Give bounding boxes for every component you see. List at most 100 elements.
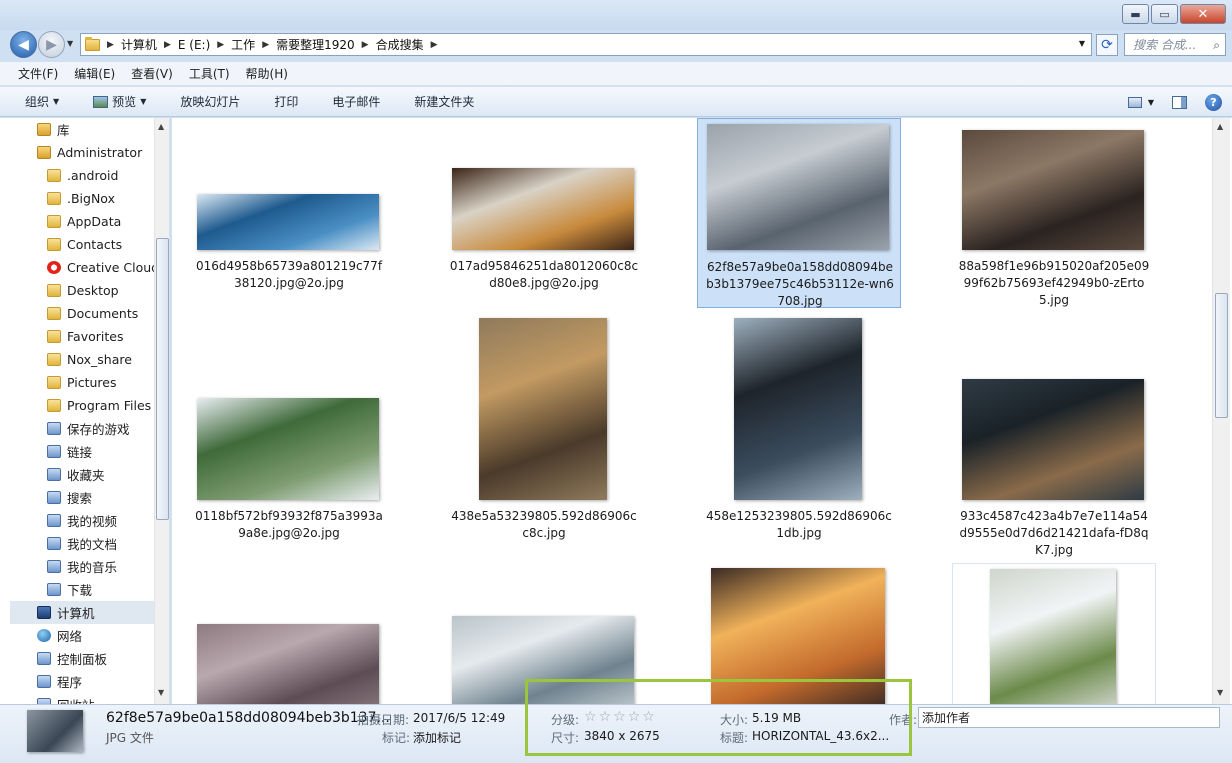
- breadcrumb-drive[interactable]: E (E:): [178, 38, 210, 52]
- nav-item[interactable]: .android: [47, 164, 118, 187]
- image-thumbnail[interactable]: [197, 194, 379, 250]
- scroll-up-icon[interactable]: ▲: [1217, 122, 1223, 131]
- image-thumbnail[interactable]: [711, 568, 885, 704]
- nav-item[interactable]: 回收站: [37, 693, 95, 704]
- file-item[interactable]: [442, 563, 646, 704]
- content-scrollbar-thumb[interactable]: [1215, 293, 1228, 418]
- image-thumbnail[interactable]: [990, 569, 1116, 704]
- nav-item[interactable]: Desktop: [47, 279, 119, 302]
- nav-item[interactable]: 计算机: [10, 601, 154, 624]
- image-thumbnail[interactable]: [197, 624, 379, 704]
- nav-item[interactable]: Administrator: [37, 141, 142, 164]
- address-bar[interactable]: ▶ 计算机 ▶ E (E:) ▶ 工作 ▶ 需要整理1920 ▶ 合成搜集 ▶ …: [80, 33, 1092, 56]
- search-input[interactable]: 搜索 合成... ⌕: [1124, 33, 1226, 56]
- slideshow-button[interactable]: 放映幻灯片: [180, 93, 240, 110]
- scroll-up-icon[interactable]: ▲: [158, 122, 164, 131]
- file-item[interactable]: [952, 563, 1156, 704]
- nav-item[interactable]: 我的视频: [47, 509, 117, 532]
- breadcrumb-separator[interactable]: ▶: [362, 40, 369, 50]
- title-value[interactable]: HORIZONTAL_43.6x2...: [752, 729, 889, 743]
- breadcrumb-separator[interactable]: ▶: [262, 40, 269, 50]
- nav-item[interactable]: 链接: [47, 440, 92, 463]
- image-thumbnail[interactable]: [452, 616, 634, 704]
- organize-button[interactable]: 组织 ▼: [25, 93, 59, 110]
- file-item[interactable]: 458e1253239805.592d86906c1db.jpg: [697, 318, 901, 540]
- help-icon[interactable]: ?: [1205, 93, 1222, 111]
- nav-item[interactable]: 程序: [37, 670, 82, 693]
- view-options-dropdown[interactable]: ▼: [1148, 98, 1154, 107]
- nav-item[interactable]: Program Files: [47, 394, 151, 417]
- image-thumbnail[interactable]: [734, 318, 862, 500]
- nav-item[interactable]: 我的文档: [47, 532, 117, 555]
- file-item[interactable]: 016d4958b65739a801219c77f38120.jpg@2o.jp…: [187, 118, 391, 308]
- address-dropdown-icon[interactable]: ▼: [1079, 39, 1085, 48]
- file-item[interactable]: [697, 563, 901, 704]
- nav-item[interactable]: 我的音乐: [47, 555, 117, 578]
- menu-tools[interactable]: 工具(T): [189, 65, 230, 82]
- nav-scrollbar-thumb[interactable]: [156, 238, 169, 520]
- breadcrumb-separator[interactable]: ▶: [217, 40, 224, 50]
- file-item[interactable]: 88a598f1e96b915020af205e0999f62b75693ef4…: [952, 118, 1156, 308]
- image-thumbnail[interactable]: [452, 168, 634, 250]
- maximize-button[interactable]: ▭: [1151, 4, 1178, 24]
- breadcrumb-computer[interactable]: 计算机: [121, 36, 157, 53]
- nav-item[interactable]: 下载: [47, 578, 92, 601]
- file-item[interactable]: 0118bf572bf93932f875a3993a9a8e.jpg@2o.jp…: [187, 318, 391, 540]
- star-icon[interactable]: ☆: [584, 710, 597, 724]
- star-icon[interactable]: ☆: [628, 710, 641, 724]
- star-icon[interactable]: ☆: [599, 710, 612, 724]
- image-thumbnail[interactable]: [962, 379, 1144, 500]
- nav-item[interactable]: 控制面板: [37, 647, 107, 670]
- nav-item[interactable]: 网络: [37, 624, 82, 647]
- view-options-icon[interactable]: [1127, 96, 1142, 108]
- file-item[interactable]: 017ad95846251da8012060c8cd80e8.jpg@2o.jp…: [442, 118, 646, 308]
- breadcrumb-separator[interactable]: ▶: [107, 40, 114, 50]
- nav-item[interactable]: Documents: [47, 302, 138, 325]
- scroll-down-icon[interactable]: ▼: [158, 688, 164, 697]
- rating-stars[interactable]: ☆ ☆ ☆ ☆ ☆: [584, 710, 655, 724]
- search-icon[interactable]: ⌕: [1213, 38, 1220, 53]
- nav-item[interactable]: Contacts: [47, 233, 122, 256]
- tags-value[interactable]: 添加标记: [413, 729, 461, 746]
- nav-scrollbar[interactable]: ▲ ▼: [154, 118, 169, 704]
- minimize-button[interactable]: ▬: [1122, 4, 1149, 24]
- nav-item[interactable]: AppData: [47, 210, 121, 233]
- breadcrumb-work[interactable]: 工作: [231, 36, 255, 53]
- breadcrumb-current[interactable]: 合成搜集: [376, 36, 424, 53]
- image-thumbnail[interactable]: [707, 124, 889, 250]
- star-icon[interactable]: ☆: [613, 710, 626, 724]
- nav-item[interactable]: .BigNox: [47, 187, 115, 210]
- nav-item[interactable]: Creative Cloud: [47, 256, 159, 279]
- menu-edit[interactable]: 编辑(E): [74, 65, 115, 82]
- star-icon[interactable]: ☆: [642, 710, 655, 724]
- file-item[interactable]: 933c4587c423a4b7e7e114a54d9555e0d7d6d214…: [952, 318, 1156, 557]
- nav-item[interactable]: Favorites: [47, 325, 123, 348]
- print-button[interactable]: 打印: [274, 93, 298, 110]
- menu-file[interactable]: 文件(F): [18, 65, 58, 82]
- file-item[interactable]: 438e5a53239805.592d86906cc8c.jpg: [442, 318, 646, 540]
- menu-help[interactable]: 帮助(H): [246, 65, 288, 82]
- preview-button[interactable]: 预览 ▼: [93, 93, 146, 110]
- file-item[interactable]: [187, 563, 391, 704]
- breadcrumb-separator[interactable]: ▶: [431, 40, 438, 50]
- refresh-button[interactable]: ⟳: [1096, 34, 1118, 56]
- image-thumbnail[interactable]: [197, 398, 379, 500]
- nav-item[interactable]: 搜索: [47, 486, 92, 509]
- new-folder-button[interactable]: 新建文件夹: [414, 93, 474, 110]
- author-field[interactable]: 添加作者: [918, 707, 1220, 728]
- recent-pages-dropdown[interactable]: ▼: [67, 39, 73, 48]
- back-button[interactable]: ◀: [10, 31, 37, 58]
- breadcrumb-folder[interactable]: 需要整理1920: [276, 36, 355, 53]
- preview-pane-icon[interactable]: [1172, 95, 1187, 109]
- forward-button[interactable]: ▶: [38, 31, 65, 58]
- file-item[interactable]: 62f8e57a9be0a158dd08094beb3b1379ee75c46b…: [697, 118, 901, 308]
- menu-view[interactable]: 查看(V): [131, 65, 173, 82]
- image-thumbnail[interactable]: [479, 318, 607, 500]
- email-button[interactable]: 电子邮件: [332, 93, 380, 110]
- nav-item[interactable]: Nox_share: [47, 348, 132, 371]
- image-thumbnail[interactable]: [962, 130, 1144, 250]
- breadcrumb-separator[interactable]: ▶: [164, 40, 171, 50]
- scroll-down-icon[interactable]: ▼: [1217, 688, 1223, 697]
- nav-item[interactable]: 库: [37, 118, 70, 141]
- content-scrollbar[interactable]: ▲ ▼: [1212, 118, 1230, 704]
